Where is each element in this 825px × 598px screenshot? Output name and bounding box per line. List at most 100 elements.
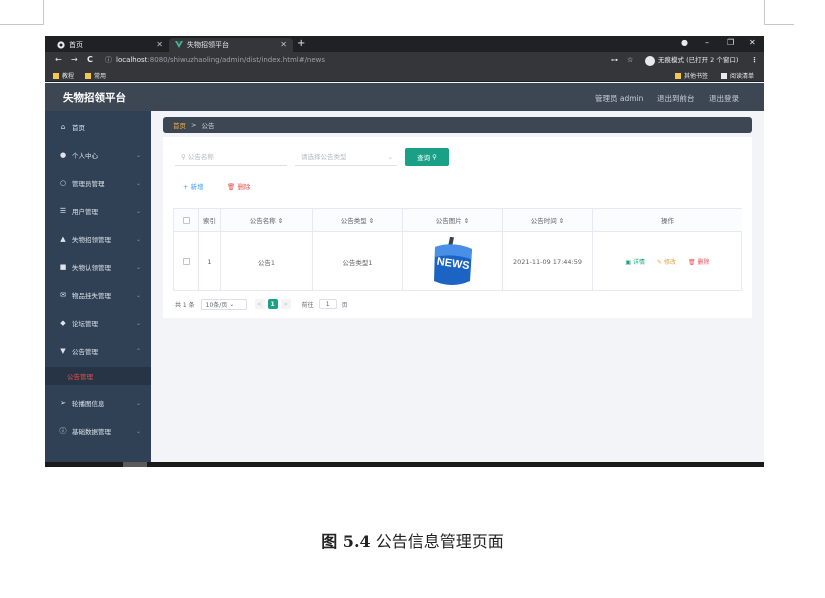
select-all-cell	[174, 209, 199, 232]
tab-close-icon[interactable]: ✕	[156, 40, 163, 49]
page-size-select[interactable]: 10条/页 ⌄	[200, 298, 247, 310]
chevron-down-icon: ⌄	[135, 291, 141, 299]
sidebar-item-label: 用户管理	[72, 208, 98, 216]
profile-icon[interactable]: ●	[681, 38, 688, 47]
delete-label: 删除	[237, 183, 251, 191]
back-button[interactable]: ←	[55, 55, 62, 64]
new-tab-button[interactable]: +	[297, 38, 305, 49]
sidebar: ⌂ 首页 ● 个人中心 ⌄ ○ 管理员管理 ⌄ ☰ 用户管理 ⌄ ▲ 失物招领管…	[45, 111, 151, 467]
reading-list[interactable]: 阅读清单	[721, 71, 754, 80]
news-image[interactable]: NEWS	[430, 236, 476, 287]
bookmark-other[interactable]: 其他书签	[675, 71, 708, 80]
sidebar-subitem-notice-manage[interactable]: 公告管理	[45, 367, 151, 385]
search-icon: ⚲	[181, 153, 188, 161]
delete-button[interactable]: 🗑 删除	[227, 181, 250, 191]
bookmark-star-icon[interactable]: ☆	[627, 55, 633, 66]
select-all-checkbox[interactable]	[182, 216, 190, 224]
chevron-down-icon: ⌄	[135, 263, 141, 271]
exit-to-front-link[interactable]: 退出到前台	[657, 93, 695, 104]
restore-button[interactable]: ❐	[727, 38, 734, 47]
column-header-index: 索引	[199, 209, 221, 232]
sidebar-item-notice[interactable]: ▼ 公告管理 ⌃	[45, 341, 151, 361]
column-header-image[interactable]: 公告图片 ⇕	[403, 209, 503, 232]
notice-name-input[interactable]: ⚲ 公告名称	[175, 149, 287, 166]
user-icon: ●	[59, 151, 67, 159]
browser-menu-icon[interactable]: ⋮	[751, 55, 758, 66]
sidebar-item-label: 首页	[72, 124, 85, 132]
reload-button[interactable]: C	[87, 55, 93, 64]
site-info-icon[interactable]: ⓘ	[105, 56, 112, 64]
figure-number: 图 5.4	[321, 532, 371, 551]
column-header-name[interactable]: 公告名称 ⇕	[221, 209, 313, 232]
bookmark-folder-common[interactable]: 常用	[85, 71, 106, 80]
bookmark-folder-tutorial[interactable]: 教程	[53, 71, 74, 80]
next-page-button[interactable]: >	[280, 299, 291, 309]
logout-link[interactable]: 退出登录	[709, 93, 739, 104]
notice-icon: ▼	[60, 347, 66, 355]
folder-icon	[53, 72, 59, 79]
info-icon: ⓘ	[59, 427, 67, 435]
minimize-button[interactable]: –	[705, 38, 709, 47]
page-number-button[interactable]: 1	[267, 299, 278, 309]
row-checkbox[interactable]	[182, 258, 190, 265]
bookmarks-bar: 教程 常用 其他书签 阅读清单	[45, 69, 764, 82]
sidebar-item-admins[interactable]: ○ 管理员管理 ⌄	[45, 173, 151, 193]
edit-button[interactable]: ✎ 修改	[657, 257, 676, 266]
notice-type-placeholder: 请选择公告类型	[301, 153, 347, 161]
sidebar-item-label: 管理员管理	[72, 180, 105, 188]
search-button[interactable]: 查询 ⚲	[405, 148, 449, 166]
chrome-favicon-icon	[57, 41, 65, 49]
key-icon[interactable]: ⊶	[611, 55, 618, 66]
goto-page-input[interactable]: 1	[318, 299, 337, 309]
sidebar-item-carousel[interactable]: ➢ 轮播图信息 ⌄	[45, 393, 151, 413]
folder-icon	[85, 72, 91, 79]
sidebar-item-claims[interactable]: ■ 失物认领管理 ⌄	[45, 257, 151, 277]
sidebar-item-base-data[interactable]: ⓘ 基础数据管理 ⌄	[45, 421, 151, 441]
admin-label: 管理员 admin	[595, 94, 644, 103]
sidebar-item-home[interactable]: ⌂ 首页	[45, 117, 151, 137]
bookmark-label: 其他书签	[684, 73, 709, 80]
search-icon: ⚲	[432, 153, 437, 161]
chevron-down-icon: ⌄	[135, 235, 141, 243]
sidebar-item-profile[interactable]: ● 个人中心 ⌄	[45, 145, 151, 165]
tab-close-icon[interactable]: ✕	[280, 40, 287, 49]
row-select-cell	[174, 232, 199, 291]
forum-icon: ◆	[60, 319, 66, 327]
tab-label: 失物招领平台	[187, 41, 229, 49]
app-header: 失物招领平台 管理员 admin 退出到前台 退出登录	[45, 83, 764, 111]
row-delete-button[interactable]: 🗑 删除	[688, 257, 710, 266]
prev-page-button[interactable]: <	[254, 299, 265, 309]
tab-home[interactable]: 首页 ✕	[51, 38, 169, 52]
sidebar-item-forum[interactable]: ◆ 论坛管理 ⌄	[45, 313, 151, 333]
cell-name: 公告1	[221, 232, 313, 291]
sidebar-item-users[interactable]: ☰ 用户管理 ⌄	[45, 201, 151, 221]
page-size-value: 10条/页	[205, 301, 228, 309]
column-header-time[interactable]: 公告时间 ⇕	[503, 209, 593, 232]
sidebar-item-reports[interactable]: ✉ 物品挂失管理 ⌄	[45, 285, 151, 305]
tab-lost-found[interactable]: 失物招领平台 ✕	[169, 38, 293, 52]
column-header-type[interactable]: 公告类型 ⇕	[313, 209, 403, 232]
url-field[interactable]: ⓘ localhost:8080/shiwuzhaoling/admin/dist…	[105, 55, 605, 66]
detail-label: 详情	[633, 259, 646, 266]
sliders-icon: ☰	[59, 207, 67, 215]
sidebar-item-label: 失物认领管理	[72, 264, 111, 272]
detail-button[interactable]: ▣ 详情	[625, 257, 645, 266]
content-panel: ⚲ 公告名称 请选择公告类型 ⌄ 查询 ⚲ + 新增 🗑 删除 索引 公告名称 …	[163, 137, 752, 318]
edit-label: 修改	[663, 259, 676, 266]
sidebar-item-label: 基础数据管理	[72, 428, 111, 436]
incognito-indicator[interactable]: 无痕模式 (已打开 2 个窗口)	[645, 55, 738, 66]
row-delete-label: 删除	[697, 259, 710, 266]
add-button[interactable]: + 新增	[183, 181, 204, 191]
pagination-total: 共 1 条	[175, 301, 195, 309]
incognito-label: 无痕模式 (已打开 2 个窗口)	[658, 56, 739, 64]
close-window-button[interactable]: ✕	[749, 38, 756, 47]
bookmark-label: 常用	[94, 73, 107, 80]
tab-strip: 首页 ✕ 失物招领平台 ✕ + ● – ❐ ✕	[45, 36, 764, 52]
forward-button[interactable]: →	[71, 55, 78, 64]
bookmark-label: 阅读清单	[730, 73, 755, 80]
notice-type-select[interactable]: 请选择公告类型 ⌄	[295, 149, 397, 166]
breadcrumb-home[interactable]: 首页	[173, 120, 186, 130]
sidebar-item-lost-found[interactable]: ▲ 失物招领管理 ⌄	[45, 229, 151, 249]
figure-caption: 图 5.4 公告信息管理页面	[0, 528, 825, 552]
taskbar-strip	[45, 462, 764, 467]
